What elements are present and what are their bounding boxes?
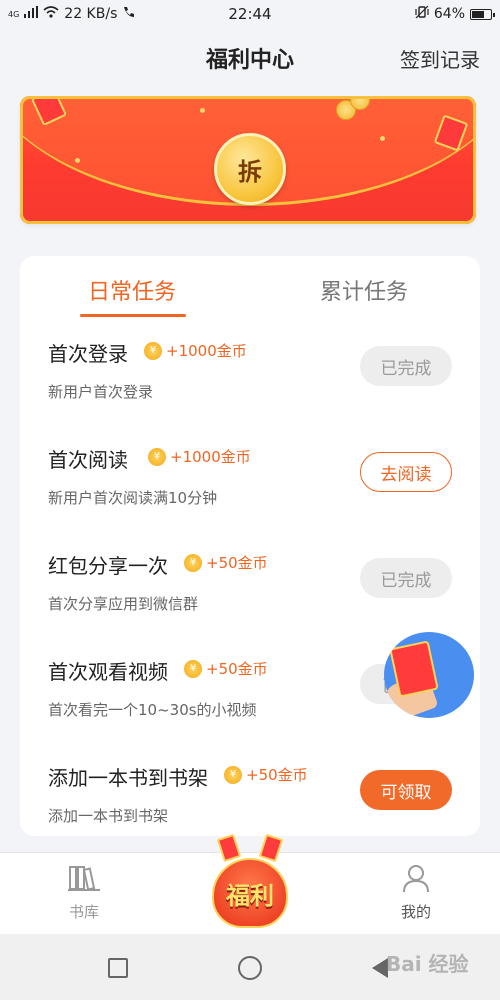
bookshelf-icon <box>67 866 101 897</box>
task-description: 添加一本书到书架 <box>48 807 169 825</box>
reward-amount: +50金币 <box>206 660 268 678</box>
task-description: 首次分享应用到微信群 <box>48 595 199 613</box>
task-title: 红包分享一次 <box>48 554 168 578</box>
tab-cumulative-tasks[interactable]: 累计任务 <box>320 274 408 306</box>
coin-icon: ¥ <box>148 447 166 466</box>
tab-library-label: 书库 <box>68 903 99 921</box>
task-completed-button[interactable]: 已完成 <box>360 558 452 598</box>
coin-icon: ¥ <box>184 659 202 678</box>
task-card: 日常任务 累计任务 首次登录 ¥ +1000金币 新用户首次登录 已完成 首次阅… <box>20 256 480 836</box>
task-title: 添加一本书到书架 <box>48 766 208 790</box>
status-right: 64% <box>415 5 495 23</box>
coin-icon: ¥ <box>224 765 242 784</box>
task-description: 新用户首次阅读满10分钟 <box>48 489 218 507</box>
task-completed-button[interactable]: 已完成 <box>360 346 452 386</box>
network-speed: 22 KB/s <box>64 6 118 22</box>
wifi-icon <box>43 6 59 22</box>
task-reward: ¥ +50金币 <box>184 658 268 679</box>
task-reward: ¥ +1000金币 <box>144 340 247 361</box>
reward-amount: +50金币 <box>246 766 308 784</box>
sparkle-dot <box>380 136 385 141</box>
task-tabs: 日常任务 累计任务 <box>20 256 480 318</box>
task-title: 首次观看视频 <box>48 660 168 684</box>
status-left: 4G 22 KB/s <box>8 5 138 23</box>
user-icon <box>401 865 431 897</box>
tab-daily-tasks[interactable]: 日常任务 <box>88 274 176 306</box>
task-item: 首次阅读 ¥ +1000金币 新用户首次阅读满10分钟 去阅读 <box>20 444 480 544</box>
signal-icon <box>24 6 39 22</box>
watermark: Bai 经验 <box>386 952 469 976</box>
red-envelope-icon <box>216 833 242 863</box>
task-reward: ¥ +50金币 <box>184 552 268 573</box>
reward-amount: +1000金币 <box>166 342 247 360</box>
active-tab-indicator <box>80 314 186 317</box>
status-bar: 4G 22 KB/s 22:44 64% <box>0 0 500 28</box>
tab-welfare[interactable]: 福利 <box>208 833 292 932</box>
recent-apps-button[interactable] <box>108 958 128 978</box>
task-title: 首次阅读 <box>48 448 128 472</box>
signin-record-link[interactable]: 签到记录 <box>400 44 480 73</box>
task-reward: ¥ +50金币 <box>224 764 308 785</box>
vibrate-icon <box>415 5 429 23</box>
tab-library[interactable]: 书库 <box>44 863 124 922</box>
home-button[interactable] <box>238 956 262 980</box>
reward-amount: +1000金币 <box>170 448 251 466</box>
task-reward: ¥ +1000金币 <box>148 446 251 467</box>
task-description: 新用户首次登录 <box>48 383 154 401</box>
sparkle-dot <box>200 108 205 113</box>
battery-percent: 64% <box>433 6 465 22</box>
task-title: 首次登录 <box>48 342 128 366</box>
welfare-bag-icon: 福利 <box>212 858 288 928</box>
network-type: 4G <box>8 9 20 19</box>
task-description: 首次看完一个10~30s的小视频 <box>48 701 257 719</box>
tab-mine[interactable]: 我的 <box>376 863 456 922</box>
reward-amount: +50金币 <box>206 554 268 572</box>
sparkle-dot <box>75 158 80 163</box>
claim-reward-button[interactable]: 可领取 <box>360 770 452 810</box>
red-envelope-banner[interactable]: 拆 <box>20 96 476 224</box>
task-item: 首次登录 ¥ +1000金币 新用户首次登录 已完成 <box>20 338 480 438</box>
hd-call-icon <box>122 5 138 23</box>
coin-icon: ¥ <box>144 341 162 360</box>
header: 福利中心 签到记录 <box>0 36 500 78</box>
coin-icon: ¥ <box>184 553 202 572</box>
floating-red-envelope-widget[interactable] <box>384 632 474 718</box>
battery-icon <box>470 8 495 20</box>
tab-mine-label: 我的 <box>400 903 431 921</box>
open-envelope-button[interactable]: 拆 <box>214 133 286 205</box>
go-read-button[interactable]: 去阅读 <box>360 452 452 492</box>
red-envelope-icon <box>258 833 284 863</box>
